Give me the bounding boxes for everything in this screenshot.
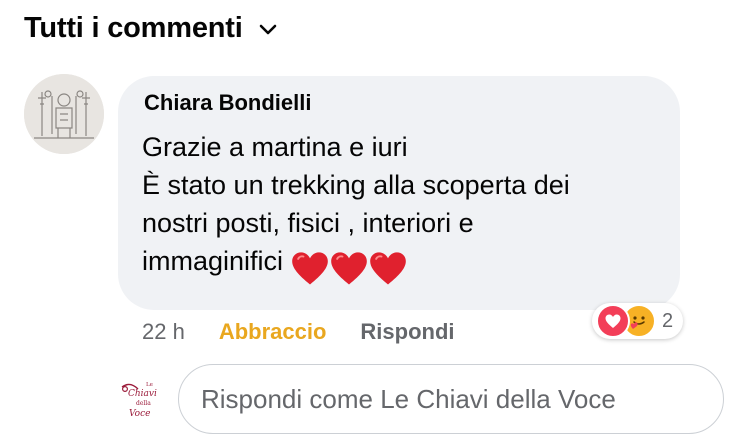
chevron-down-icon <box>257 19 279 41</box>
comment-text-line: immaginifici <box>142 246 284 276</box>
page-logo-text: Le <box>146 382 153 388</box>
page-logo-text: della <box>136 400 151 407</box>
comment-text-line: nostri posti, fisici , interiori e <box>142 208 474 238</box>
reactions-summary[interactable]: 2 <box>592 303 684 339</box>
love-reaction-icon <box>596 304 630 338</box>
comment-text-line-last: immaginifici <box>142 242 662 287</box>
page-logo-icon: Le Chiavi della Voce <box>116 377 164 425</box>
reply-button[interactable]: Rispondi <box>360 319 454 345</box>
comment-actions: 22 h Abbraccio Rispondi <box>142 316 455 348</box>
reply-input[interactable] <box>178 364 724 434</box>
page-logo-text: Chiavi <box>128 389 157 399</box>
page-avatar[interactable]: Le Chiavi della Voce <box>116 377 164 425</box>
comment-bubble: Chiara Bondielli Grazie a martina e iuri… <box>118 76 680 310</box>
comment-timestamp[interactable]: 22 h <box>142 319 185 345</box>
comment-text-line: È stato un trekking alla scoperta dei <box>142 170 570 200</box>
comments-filter-label: Tutti i commenti <box>24 11 243 44</box>
hearts-emoji-group <box>291 248 408 287</box>
reaction-count: 2 <box>662 309 674 332</box>
all-comments-filter[interactable]: Tutti i commenti <box>24 10 279 46</box>
red-heart-icon <box>292 252 328 285</box>
comment-text-line: Grazie a martina e iuri <box>142 132 408 162</box>
red-heart-icon <box>370 252 406 285</box>
hug-reaction-button[interactable]: Abbraccio <box>219 319 327 345</box>
page-logo-text: Voce <box>129 409 150 419</box>
comment-text: Grazie a martina e iuri È stato un trekk… <box>142 128 662 287</box>
red-heart-icon <box>331 252 367 285</box>
comment-author-name[interactable]: Chiara Bondielli <box>144 90 311 116</box>
commenter-avatar[interactable] <box>24 74 104 154</box>
